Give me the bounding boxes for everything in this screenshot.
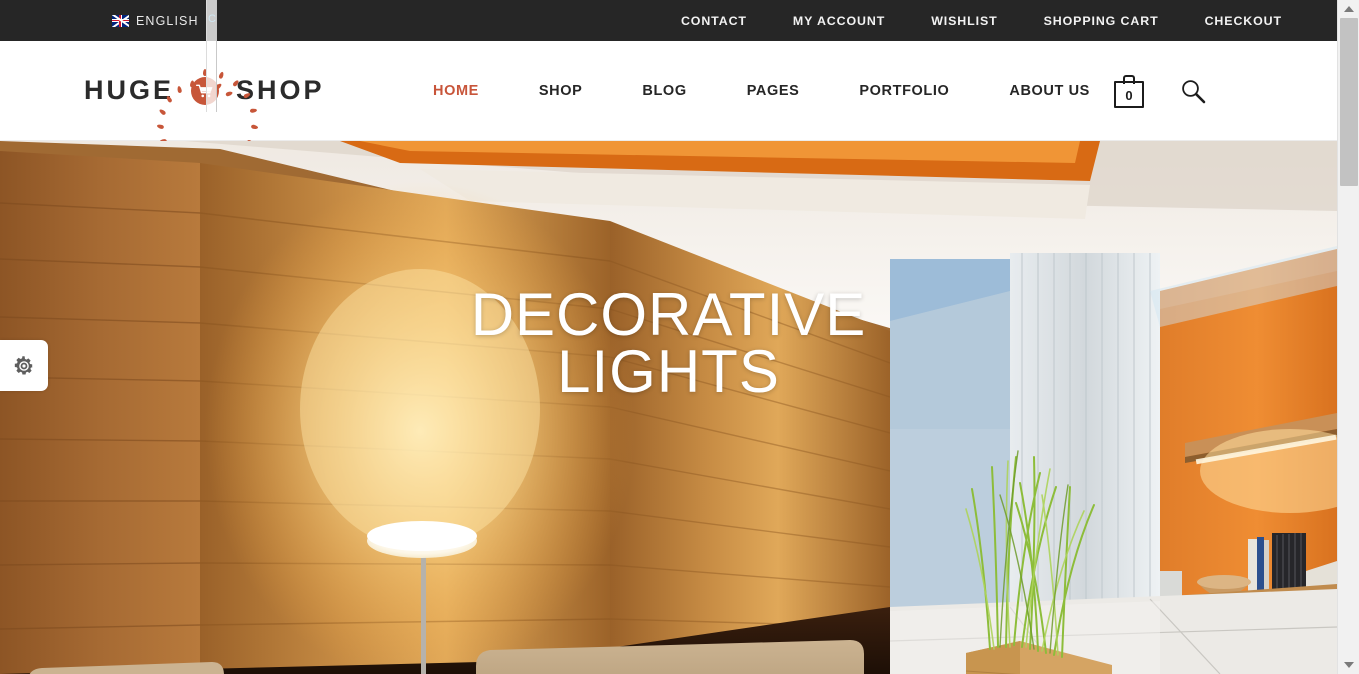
search-icon[interactable] (1180, 78, 1206, 104)
logo-word-left: HUGE (84, 75, 175, 105)
top-link-checkout[interactable]: CHECKOUT (1205, 14, 1282, 28)
hero-slider[interactable]: DECORATIVE LIGHTS (0, 141, 1337, 674)
nav-item-portfolio[interactable]: PORTFOLIO (829, 83, 979, 99)
vertical-scrollbar[interactable] (1337, 0, 1359, 674)
chevron-down-icon (1344, 662, 1354, 668)
top-link-shopping-cart[interactable]: SHOPPING CART (1044, 14, 1159, 28)
nav-item-blog[interactable]: BLOG (612, 83, 716, 99)
header-icons: 0 (1114, 41, 1206, 141)
logo-word-right: SHOP (236, 75, 325, 105)
main-navigation: HOME SHOP BLOG PAGES PORTFOLIO ABOUT US (403, 41, 1120, 141)
gear-icon (14, 355, 33, 375)
site-logo[interactable]: HUGE SHOP (84, 68, 325, 175)
shopping-bag-icon[interactable]: 0 (1114, 74, 1144, 108)
theme-settings-tab[interactable] (0, 340, 48, 391)
page-viewport: ENGLISH CONTACT MY ACCOUNT WISHLIST SHOP… (0, 0, 1337, 674)
chevron-up-icon (1344, 6, 1354, 12)
language-selector[interactable]: ENGLISH (112, 0, 199, 41)
nav-item-about-us[interactable]: ABOUT US (979, 83, 1120, 99)
scrollbar-thumb[interactable] (1340, 18, 1358, 186)
top-links: CONTACT MY ACCOUNT WISHLIST SHOPPING CAR… (681, 0, 1282, 41)
scroll-up-button[interactable] (1338, 0, 1359, 18)
scroll-down-button[interactable] (1338, 656, 1359, 674)
browser-page: ENGLISH CONTACT MY ACCOUNT WISHLIST SHOP… (0, 0, 1359, 674)
nav-item-shop[interactable]: SHOP (509, 83, 613, 99)
top-link-contact[interactable]: CONTACT (681, 14, 747, 28)
top-utility-bar: ENGLISH CONTACT MY ACCOUNT WISHLIST SHOP… (0, 0, 1337, 41)
overlay-strip-text: C (208, 13, 216, 25)
site-header: HUGE SHOP HOME SHOP BLOG PAGES PORTFOLIO… (0, 41, 1337, 175)
nav-item-home[interactable]: HOME (403, 83, 509, 99)
language-label: ENGLISH (136, 13, 199, 28)
nav-item-pages[interactable]: PAGES (717, 83, 830, 99)
uk-flag-icon (112, 14, 129, 27)
top-link-my-account[interactable]: MY ACCOUNT (793, 14, 885, 28)
hero-interior-image (0, 141, 1337, 674)
top-link-wishlist[interactable]: WISHLIST (931, 14, 997, 28)
page-overlay-strip: C (206, 0, 217, 112)
cart-count-badge: 0 (1125, 87, 1133, 103)
